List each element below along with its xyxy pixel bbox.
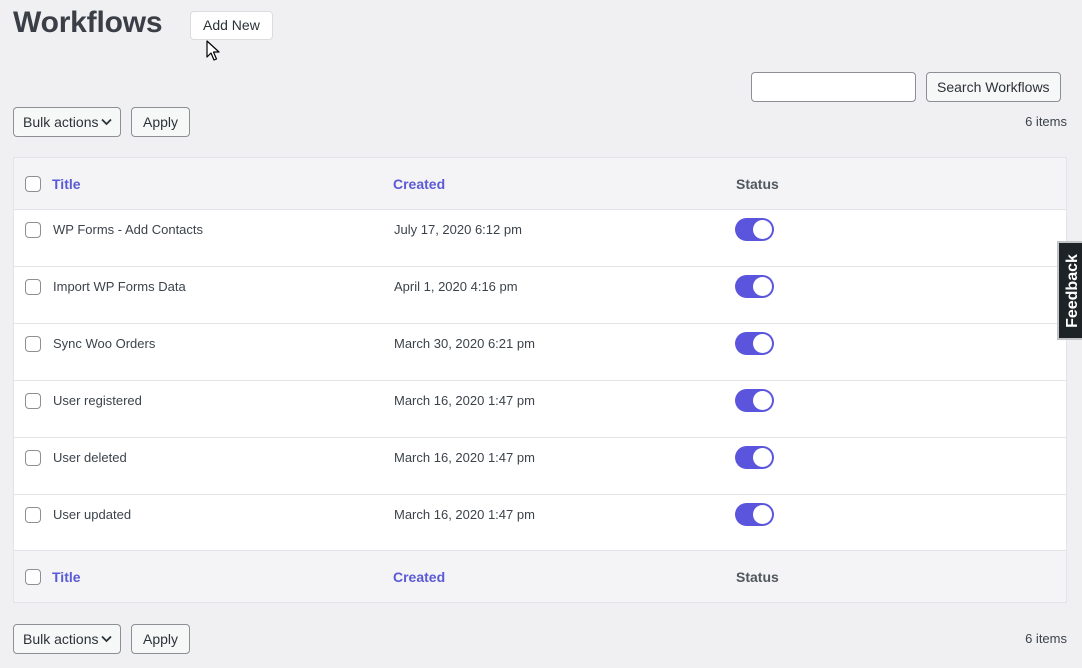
toggle-knob (753, 277, 772, 296)
workflow-title[interactable]: Sync Woo Orders (53, 336, 155, 351)
row-checkbox[interactable] (25, 222, 41, 238)
apply-button-bottom[interactable]: Apply (131, 624, 190, 654)
search-workflows-button[interactable]: Search Workflows (926, 72, 1061, 102)
row-checkbox[interactable] (25, 336, 41, 352)
workflow-title[interactable]: User registered (53, 393, 142, 408)
chevron-down-icon (101, 118, 112, 126)
status-toggle[interactable] (735, 446, 774, 469)
page-title: Workflows (13, 6, 163, 39)
table-header: Title Created Status (14, 158, 1066, 210)
feedback-tab[interactable]: Feedback (1057, 241, 1082, 340)
column-created-sort[interactable]: Created (393, 176, 445, 192)
status-toggle[interactable] (735, 275, 774, 298)
column-title-sort[interactable]: Title (52, 176, 81, 192)
workflow-title[interactable]: User deleted (53, 450, 127, 465)
chevron-down-icon (101, 635, 112, 643)
table-row: User deleted March 16, 2020 1:47 pm (14, 438, 1066, 495)
items-count-top: 6 items (1025, 114, 1067, 129)
workflow-created: July 17, 2020 6:12 pm (394, 222, 522, 237)
feedback-label: Feedback (1064, 253, 1081, 328)
bulk-actions-select-top[interactable]: Bulk actions (13, 107, 121, 137)
select-all-checkbox[interactable] (25, 176, 41, 192)
workflow-title[interactable]: Import WP Forms Data (53, 279, 186, 294)
workflow-created: March 16, 2020 1:47 pm (394, 450, 535, 465)
bulk-actions-select-bottom[interactable]: Bulk actions (13, 624, 121, 654)
add-new-button[interactable]: Add New (190, 11, 273, 40)
status-toggle[interactable] (735, 389, 774, 412)
workflow-title[interactable]: WP Forms - Add Contacts (53, 222, 203, 237)
workflow-created: March 30, 2020 6:21 pm (394, 336, 535, 351)
row-checkbox[interactable] (25, 507, 41, 523)
row-checkbox[interactable] (25, 450, 41, 466)
bulk-actions-label: Bulk actions (23, 631, 99, 647)
workflow-title[interactable]: User updated (53, 507, 131, 522)
row-checkbox[interactable] (25, 393, 41, 409)
status-toggle[interactable] (735, 332, 774, 355)
table-footer: Title Created Status (14, 550, 1066, 602)
status-toggle[interactable] (735, 503, 774, 526)
toggle-knob (753, 220, 772, 239)
search-input[interactable] (751, 72, 916, 102)
items-count-bottom: 6 items (1025, 631, 1067, 646)
table-row: Import WP Forms Data April 1, 2020 4:16 … (14, 267, 1066, 324)
table-row: User registered March 16, 2020 1:47 pm (14, 381, 1066, 438)
toggle-knob (753, 334, 772, 353)
status-toggle[interactable] (735, 218, 774, 241)
table-row: Sync Woo Orders March 30, 2020 6:21 pm (14, 324, 1066, 381)
workflow-created: March 16, 2020 1:47 pm (394, 393, 535, 408)
column-title-sort-footer[interactable]: Title (52, 569, 81, 585)
column-status-footer: Status (736, 569, 779, 585)
toggle-knob (753, 448, 772, 467)
row-checkbox[interactable] (25, 279, 41, 295)
table-row: WP Forms - Add Contacts July 17, 2020 6:… (14, 210, 1066, 267)
workflows-page: Workflows Add New Search Workflows Bulk … (0, 0, 1082, 668)
workflows-table: Title Created Status WP Forms - Add Cont… (13, 157, 1067, 603)
apply-button-top[interactable]: Apply (131, 107, 190, 137)
workflow-created: April 1, 2020 4:16 pm (394, 279, 518, 294)
toggle-knob (753, 505, 772, 524)
mouse-cursor-icon (206, 40, 220, 61)
toggle-knob (753, 391, 772, 410)
table-row: User updated March 16, 2020 1:47 pm (14, 495, 1066, 552)
bulk-actions-label: Bulk actions (23, 114, 99, 130)
workflow-created: March 16, 2020 1:47 pm (394, 507, 535, 522)
column-status: Status (736, 176, 779, 192)
select-all-checkbox-footer[interactable] (25, 569, 41, 585)
column-created-sort-footer[interactable]: Created (393, 569, 445, 585)
